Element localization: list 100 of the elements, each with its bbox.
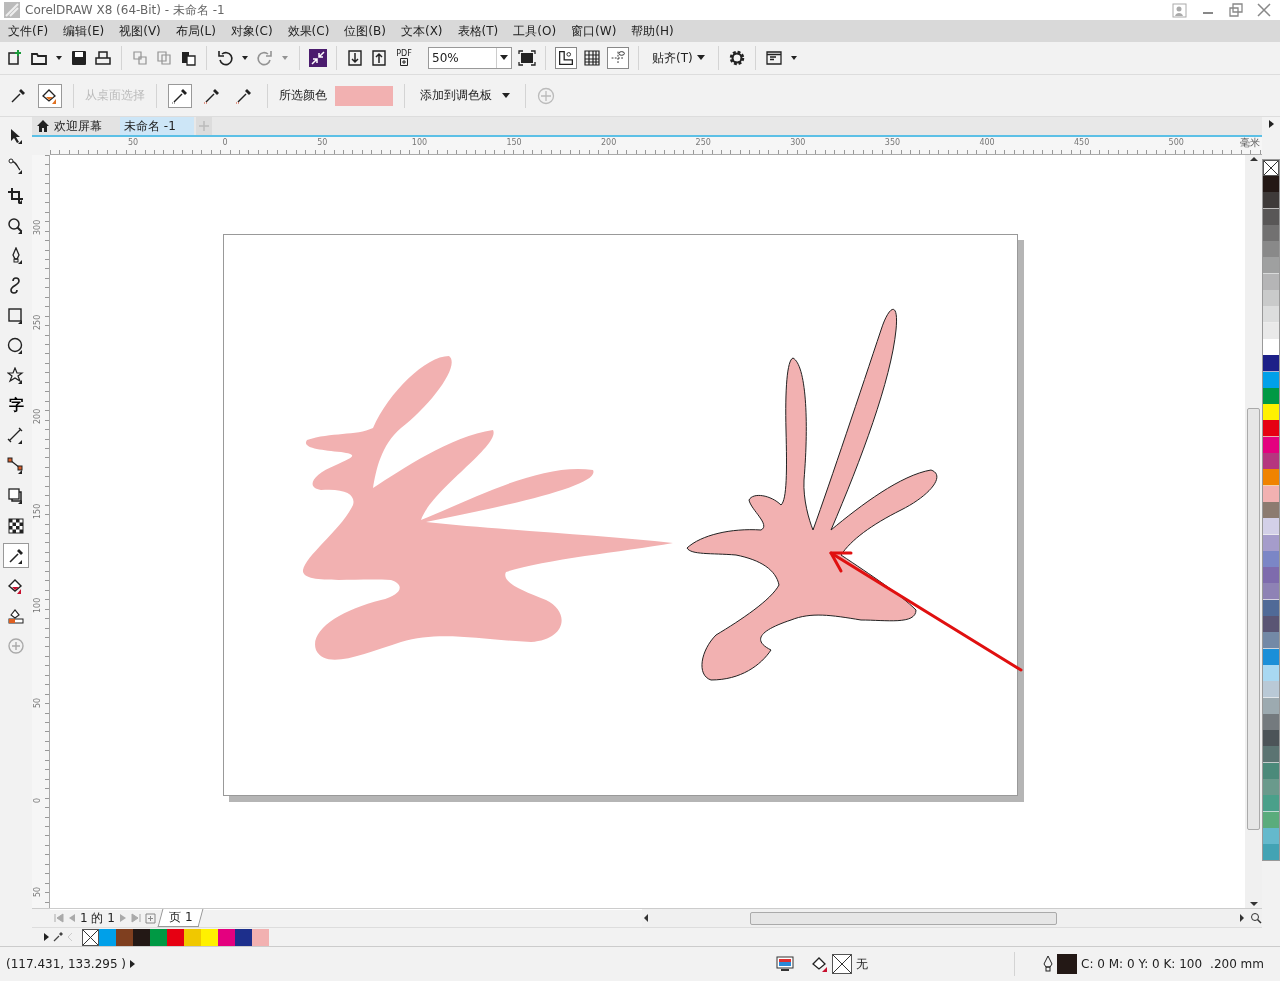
menu-item[interactable]: 视图(V): [113, 20, 170, 42]
menu-item[interactable]: 文件(F): [2, 20, 58, 42]
no-color-swatch[interactable]: [1263, 160, 1279, 176]
import-icon[interactable]: [346, 49, 364, 67]
color-swatch[interactable]: [1263, 762, 1279, 779]
color-swatch[interactable]: [1263, 567, 1279, 584]
color-swatch[interactable]: [167, 928, 184, 946]
no-fill-swatch[interactable]: [832, 954, 853, 974]
paste-icon[interactable]: [179, 49, 197, 67]
color-swatch[interactable]: [1263, 534, 1279, 551]
menu-item[interactable]: 工具(O): [507, 20, 566, 42]
color-swatch[interactable]: [1263, 306, 1279, 323]
last-page-icon[interactable]: [130, 913, 141, 923]
launcher-icon[interactable]: [309, 49, 327, 67]
color-swatch[interactable]: [99, 928, 116, 946]
document-tab[interactable]: 欢迎屏幕: [32, 117, 120, 135]
restore-icon[interactable]: [1228, 2, 1244, 18]
color-swatch[interactable]: [150, 928, 167, 946]
menu-item[interactable]: 文本(X): [394, 20, 452, 42]
color-swatch[interactable]: [1263, 469, 1279, 486]
color-swatch[interactable]: [1263, 241, 1279, 258]
no-color-swatch[interactable]: [82, 928, 99, 946]
color-swatch[interactable]: [1263, 811, 1279, 828]
color-swatch[interactable]: [1263, 730, 1279, 747]
color-swatch[interactable]: [1263, 436, 1279, 454]
caret-icon[interactable]: [500, 55, 508, 61]
tool-button[interactable]: [3, 543, 29, 568]
color-swatch[interactable]: [116, 928, 133, 946]
color-swatch[interactable]: [1263, 616, 1279, 633]
expand-arrow-icon[interactable]: [42, 932, 50, 942]
tool-button[interactable]: [38, 83, 62, 108]
scroll-left-icon[interactable]: [642, 914, 650, 922]
color-swatch[interactable]: [1263, 192, 1279, 209]
color-swatch[interactable]: [1263, 599, 1279, 616]
color-swatch[interactable]: [133, 928, 150, 946]
color-swatch[interactable]: [235, 928, 252, 946]
snap-menu[interactable]: 贴齐(T): [648, 47, 709, 69]
color-swatch[interactable]: [1263, 257, 1279, 274]
zoom-icon[interactable]: [1250, 912, 1262, 924]
close-icon[interactable]: [1256, 2, 1272, 18]
guides-icon[interactable]: [607, 47, 629, 69]
color-proof-icon[interactable]: [776, 956, 795, 972]
color-swatch[interactable]: [1263, 290, 1279, 307]
add-page-icon[interactable]: [144, 912, 156, 924]
grid-icon[interactable]: [583, 49, 601, 67]
color-swatch[interactable]: [1263, 681, 1279, 698]
document-tab[interactable]: 未命名 -1: [120, 117, 194, 135]
rulers-icon[interactable]: [555, 47, 577, 69]
printer-icon[interactable]: [94, 49, 112, 67]
undo-icon[interactable]: [216, 49, 234, 67]
color-swatch[interactable]: [1263, 746, 1279, 763]
color-swatch[interactable]: [1263, 371, 1279, 388]
outlined-splash-shape[interactable]: [686, 308, 938, 681]
new-document-icon[interactable]: [6, 49, 24, 67]
window-icon[interactable]: [764, 49, 783, 67]
color-swatch[interactable]: [1263, 176, 1279, 193]
next-page-icon[interactable]: [118, 913, 127, 923]
color-swatch[interactable]: [1263, 583, 1279, 600]
text-tool[interactable]: 字: [3, 393, 29, 418]
color-swatch[interactable]: [252, 928, 269, 946]
color-swatch[interactable]: [218, 928, 235, 946]
color-swatch[interactable]: [1263, 648, 1279, 665]
zoom-level-field[interactable]: 50%: [428, 47, 512, 69]
color-swatch[interactable]: [1263, 485, 1279, 502]
color-swatch[interactable]: [1263, 208, 1279, 225]
color-swatch[interactable]: [184, 928, 201, 946]
fullscreen-icon[interactable]: [518, 49, 536, 67]
expand-arrow-icon[interactable]: [128, 959, 136, 969]
color-swatch[interactable]: [1263, 518, 1279, 535]
menu-item[interactable]: 位图(B): [338, 20, 395, 42]
color-swatch[interactable]: [1263, 404, 1279, 421]
menu-item[interactable]: 帮助(H): [625, 20, 683, 42]
color-swatch[interactable]: [1263, 795, 1279, 812]
color-swatch[interactable]: [1263, 355, 1279, 372]
menu-item[interactable]: 表格(T): [451, 20, 508, 42]
color-swatch[interactable]: [201, 928, 218, 946]
color-swatch[interactable]: [1263, 697, 1279, 714]
save-icon[interactable]: [70, 49, 88, 67]
settings-icon[interactable]: [727, 49, 746, 67]
menu-item[interactable]: 编辑(E): [57, 20, 114, 42]
menu-item[interactable]: 窗口(W): [565, 20, 626, 42]
first-page-icon[interactable]: [54, 913, 64, 923]
eyedropper-icon[interactable]: [52, 931, 64, 943]
menu-item[interactable]: 布局(L): [169, 20, 225, 42]
export-icon[interactable]: [370, 49, 388, 67]
color-swatch[interactable]: [1263, 420, 1279, 437]
add-to-palette-button[interactable]: 添加到调色板: [416, 85, 514, 106]
menu-item[interactable]: 对象(C): [224, 20, 282, 42]
color-swatch[interactable]: [1263, 273, 1279, 291]
sample-mode-button[interactable]: [168, 83, 192, 108]
previous-page-icon[interactable]: [68, 913, 76, 923]
scroll-right-icon[interactable]: [1238, 914, 1246, 922]
vertical-scrollbar-thumb[interactable]: [1247, 408, 1260, 830]
menu-item[interactable]: 效果(C): [281, 20, 339, 42]
color-swatch[interactable]: [1263, 844, 1279, 861]
color-swatch[interactable]: [1263, 453, 1279, 470]
page-tab[interactable]: 页 1: [157, 909, 204, 927]
account-icon[interactable]: [1172, 2, 1188, 18]
palette-menu-icon[interactable]: [1267, 119, 1275, 129]
color-swatch[interactable]: [1263, 322, 1279, 339]
